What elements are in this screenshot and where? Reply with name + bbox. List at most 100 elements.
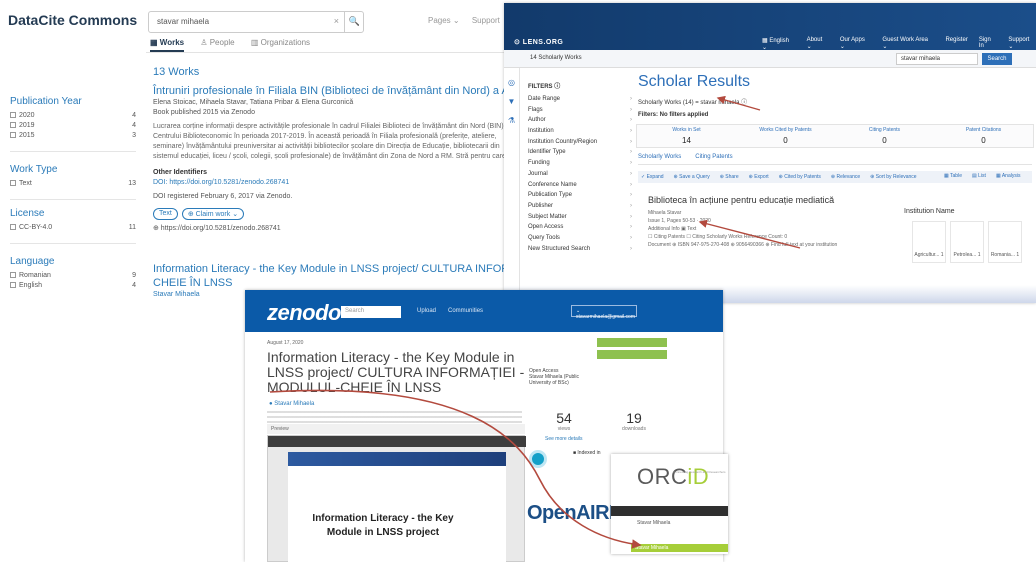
flask-icon[interactable]: ⚗ <box>504 116 519 125</box>
nav-language[interactable]: ▦ English ⌄ <box>762 37 796 51</box>
checkbox-icon[interactable] <box>10 224 16 231</box>
doi-link[interactable]: ⊕ https://doi.org/10.5281/zenodo.268741 <box>153 224 518 234</box>
claim-work-button[interactable]: ⊕ Claim work ⌄ <box>181 208 245 220</box>
checkbox-icon[interactable] <box>10 122 16 129</box>
user-menu[interactable]: ⌄ stavarmihaela@gmail.com <box>571 305 637 320</box>
tool-cited-by-patents[interactable]: ⊕ Cited by Patents <box>779 174 821 180</box>
institution-card[interactable]: Agricultur... 1 <box>912 221 946 263</box>
checkbox-icon[interactable] <box>10 272 16 279</box>
result-title[interactable]: Biblioteca în acțiune pentru educație me… <box>648 195 1022 205</box>
checkbox-icon[interactable] <box>10 112 16 119</box>
facet-row[interactable]: English 4 <box>10 281 136 291</box>
stat-patent-citations[interactable]: Patent Citations 0 <box>934 125 1033 147</box>
tool-save-query[interactable]: ⊕ Save a Query <box>674 174 710 180</box>
tab-people[interactable]: ♙ People <box>200 38 234 47</box>
filter-item[interactable]: Funding › <box>528 158 632 169</box>
search-input[interactable]: Search <box>341 306 401 318</box>
filter-item[interactable]: Conference Name › <box>528 180 632 191</box>
filter-item[interactable]: Author › <box>528 115 632 126</box>
filter-item[interactable]: Date Range › <box>528 94 632 105</box>
filter-item[interactable]: Flags › <box>528 105 632 116</box>
nav-register[interactable]: Register <box>945 37 967 51</box>
nav-apps[interactable]: Our Apps ⌄ <box>840 37 872 51</box>
datacite-logo[interactable]: DataCite Commons <box>8 12 137 28</box>
search-button[interactable]: 🔍 <box>344 11 364 33</box>
nav-support[interactable]: Support <box>472 16 500 25</box>
tab-organizations[interactable]: ▥ Organizations <box>251 38 310 47</box>
other-doi-link[interactable]: DOI: https://doi.org/10.5281/zenodo.2687… <box>153 178 518 188</box>
filter-item[interactable]: Institution › <box>528 126 632 137</box>
checkbox-icon[interactable] <box>10 132 16 139</box>
checkbox-icon[interactable] <box>10 282 16 289</box>
search-input[interactable]: stavar mihaela <box>896 53 978 65</box>
pdf-toolbar[interactable] <box>268 436 526 447</box>
tab-works[interactable]: ▦ Works <box>150 38 185 52</box>
institution-card[interactable]: Petrolea... 1 <box>950 221 984 263</box>
filter-item[interactable]: New Structured Search › <box>528 244 632 255</box>
tool-expand[interactable]: ✓ Expand <box>641 174 664 180</box>
tool-export[interactable]: ⊕ Export <box>749 174 769 180</box>
type-badge[interactable]: Text <box>153 208 178 220</box>
filter-item[interactable]: Query Tools › <box>528 233 632 244</box>
nav-communities[interactable]: Communities <box>448 308 483 314</box>
lens-logo[interactable]: ⊙ LENS.ORG <box>514 38 563 46</box>
breadcrumb[interactable]: 14 Scholarly Works <box>530 55 582 61</box>
tool-sort[interactable]: ⊕ Sort by Relevance <box>870 174 916 180</box>
preview-header[interactable]: Preview <box>267 424 525 434</box>
tab-citing-patents[interactable]: Citing Patents <box>695 154 732 160</box>
tool-relevance[interactable]: ⊕ Relevance <box>831 174 860 180</box>
stat-works[interactable]: Works in Set 14 <box>637 125 736 147</box>
filter-item[interactable]: Subject Matter › <box>528 212 632 223</box>
stat-cited-by-patents[interactable]: Works Cited by Patents 0 <box>736 125 835 147</box>
nav-about[interactable]: About ⌄ <box>807 37 829 51</box>
nav-upload[interactable]: Upload <box>417 308 436 314</box>
more-details-link[interactable]: See more details <box>545 436 583 442</box>
stat-citing-patents[interactable]: Citing Patents 0 <box>835 125 934 147</box>
result-title[interactable]: Information Literacy - the Key Module in… <box>153 262 520 276</box>
facet-row[interactable]: 2020 4 <box>10 111 136 121</box>
search-button[interactable]: Search <box>982 53 1012 65</box>
record-author[interactable]: ● Stavar Mihaela <box>269 401 314 407</box>
nav-for-organizations[interactable]: FOR ORGANIZATIONS <box>663 512 713 523</box>
institution-card[interactable]: Romania... 1 <box>988 221 1022 263</box>
facet-row[interactable]: Romanian 9 <box>10 271 136 281</box>
orcid-logo[interactable]: ORCiD <box>637 464 709 490</box>
facet-row[interactable]: Text 13 <box>10 179 136 189</box>
filter-item[interactable]: Identifier Type › <box>528 147 632 158</box>
altmetric-icon[interactable] <box>529 450 547 468</box>
view-list[interactable]: ▤ List <box>972 173 986 179</box>
facet-row[interactable]: CC-BY-4.0 11 <box>10 223 136 233</box>
zenodo-logo[interactable]: zenodo <box>267 300 342 326</box>
clear-icon[interactable]: × <box>334 16 339 26</box>
filter-item[interactable]: Journal › <box>528 169 632 180</box>
result-author[interactable]: Mihaela Stavar <box>648 209 1036 217</box>
tab-scholarly-works[interactable]: Scholarly Works <box>638 154 681 160</box>
nav-guest-work-area[interactable]: Guest Work Area ⌄ <box>882 37 934 51</box>
chevron-right-icon: › <box>630 96 632 102</box>
chevron-right-icon: › <box>630 234 632 241</box>
filter-item[interactable]: Open Access › <box>528 222 632 233</box>
facet-row[interactable]: 2019 4 <box>10 121 136 131</box>
filter-icon[interactable]: ▼ <box>504 97 519 106</box>
result-title[interactable]: Întruniri profesionale în Filiala BIN (B… <box>153 84 520 98</box>
filters-sidebar: FILTERS ⓘ Date Range › Flags › Author › Ins… <box>528 81 632 254</box>
nav-pages[interactable]: Pages ⌄ <box>428 16 460 25</box>
filter-item[interactable]: Publisher › <box>528 201 632 212</box>
view-analysis[interactable]: ▦ Analysis <box>996 173 1020 179</box>
search-input[interactable]: stavar mihaela × <box>148 11 364 33</box>
search-result: Întruniri profesionale în Filiala BIN (B… <box>153 84 520 234</box>
pdf-preview[interactable]: Information Literacy - the Key Module in… <box>267 435 526 562</box>
filter-item[interactable]: Publication Type › <box>528 190 632 201</box>
checkbox-icon[interactable] <box>10 180 16 187</box>
indexed-in-label: ■ Indexed in <box>573 450 601 456</box>
filter-item[interactable]: Institution Country/Region › <box>528 137 632 148</box>
facet-row[interactable]: 2015 3 <box>10 131 136 141</box>
target-icon[interactable]: ◎ <box>504 78 519 87</box>
nav-support[interactable]: Support ⌄ <box>1008 37 1036 51</box>
result-title-continued[interactable]: CHEIE ÎN LNSS <box>153 276 518 290</box>
view-table[interactable]: ▦ Table <box>944 173 962 179</box>
nav-sign-in[interactable]: Sign In <box>979 37 998 51</box>
zenodo-nav: Upload Communities <box>417 308 483 314</box>
openaire-logo[interactable]: OpenAIRE <box>527 502 622 525</box>
tool-share[interactable]: ⊕ Share <box>720 174 739 180</box>
